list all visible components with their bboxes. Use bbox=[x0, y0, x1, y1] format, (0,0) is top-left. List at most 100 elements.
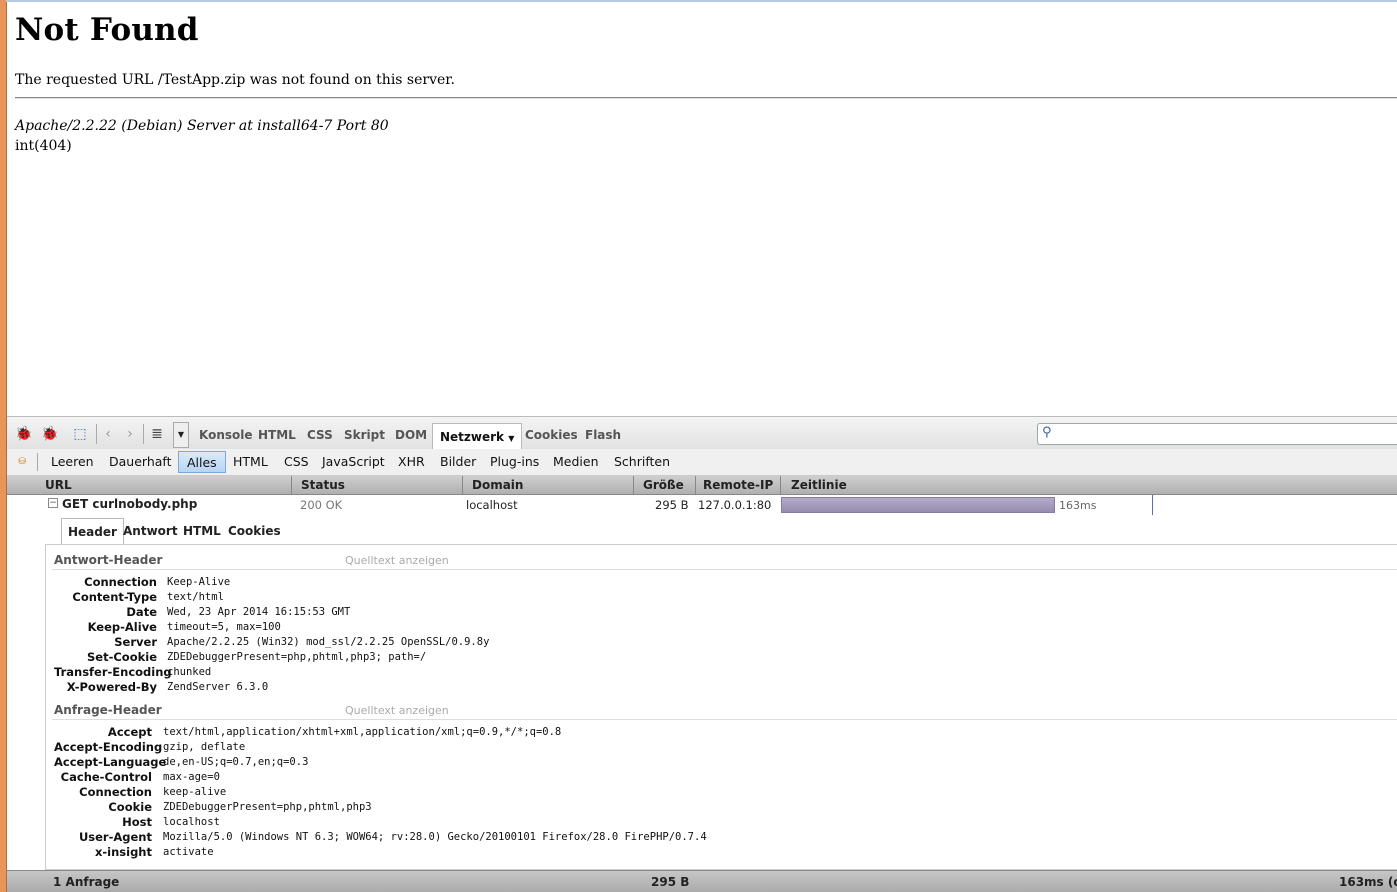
chevron-down-icon: ▼ bbox=[508, 434, 515, 443]
header-value: keep-alive bbox=[163, 786, 227, 798]
filter-javascript[interactable]: JavaScript bbox=[322, 454, 385, 469]
column-domain[interactable]: Domain bbox=[472, 478, 523, 492]
response-headers-list: Connection Keep-Alive Content-Type text/htm… bbox=[54, 575, 489, 695]
header-name: Server bbox=[114, 635, 157, 649]
header-row: Keep-Alive timeout=5, max=100 bbox=[54, 620, 281, 635]
menu-lines-icon[interactable]: ≣ bbox=[148, 425, 166, 443]
header-row: Transfer-Encoding chunked bbox=[54, 665, 211, 680]
persist-button[interactable]: Dauerhaft bbox=[109, 454, 171, 469]
separator bbox=[96, 424, 97, 444]
request-count: 1 Anfrage bbox=[53, 875, 120, 889]
inspect-bug-icon[interactable]: 🐞 bbox=[41, 425, 59, 443]
timeline-bar[interactable] bbox=[781, 497, 1055, 513]
header-value: ZDEDebuggerPresent=php,phtml,php3; path=… bbox=[167, 651, 427, 663]
filter-plugins[interactable]: Plug-ins bbox=[490, 454, 539, 469]
header-row: Server Apache/2.2.25 (Win32) mod_ssl/2.2.… bbox=[54, 635, 489, 650]
request-url[interactable]: GET curlnobody.php bbox=[62, 497, 197, 511]
filter-fonts[interactable]: Schriften bbox=[614, 454, 670, 469]
header-value: de,en-US;q=0.7,en;q=0.3 bbox=[163, 756, 309, 768]
search-input[interactable]: ⚲ bbox=[1037, 423, 1397, 445]
header-row: Content-Type text/html bbox=[54, 590, 224, 605]
collapse-icon[interactable]: − bbox=[48, 498, 58, 508]
request-row[interactable]: − GET curlnobody.php 200 OK localhost 29… bbox=[7, 495, 1397, 515]
column-separator bbox=[695, 476, 696, 494]
header-name: Connection bbox=[79, 785, 152, 799]
search-icon: ⚲ bbox=[1042, 425, 1052, 440]
header-row: Accept-Encoding gzip, deflate bbox=[54, 740, 245, 755]
header-row: x-insight activate bbox=[54, 845, 214, 860]
header-value: Mozilla/5.0 (Windows NT 6.3; WOW64; rv:2… bbox=[163, 831, 707, 843]
filter-images[interactable]: Bilder bbox=[440, 454, 476, 469]
column-separator bbox=[291, 476, 292, 494]
tab-css[interactable]: CSS bbox=[307, 428, 333, 442]
tab-netzwerk[interactable]: Netzwerk ▼ bbox=[432, 423, 523, 449]
dropdown-arrow-icon[interactable]: ▼ bbox=[173, 422, 189, 448]
header-name: Accept-Language bbox=[54, 755, 167, 769]
header-row: Connection Keep-Alive bbox=[54, 575, 230, 590]
header-row: Connection keep-alive bbox=[54, 785, 226, 800]
tab-dom[interactable]: DOM bbox=[395, 428, 427, 442]
header-row: Cookie ZDEDebuggerPresent=php,phtml,php3 bbox=[54, 800, 371, 815]
window-top-border bbox=[6, 0, 1397, 2]
filter-css[interactable]: CSS bbox=[284, 454, 309, 469]
divider bbox=[15, 97, 1397, 99]
firebug-icon[interactable]: 🐞 bbox=[15, 425, 33, 443]
header-row: X-Powered-By ZendServer 6.3.0 bbox=[54, 680, 268, 695]
column-separator bbox=[780, 476, 781, 494]
tab-skript[interactable]: Skript bbox=[344, 428, 385, 442]
firebug-toolbar: 🐞 🐞 ⬚ ‹ › ≣ ▼ Konsole HTML CSS Skript DO… bbox=[7, 416, 1397, 450]
filter-html[interactable]: HTML bbox=[233, 454, 268, 469]
network-filter-bar: ⛁ Leeren Dauerhaft Alles HTML CSS JavaSc… bbox=[7, 449, 1397, 476]
network-column-header: URL Status Domain Größe Remote-IP Zeitli… bbox=[7, 476, 1397, 495]
view-source-link[interactable]: Quelltext anzeigen bbox=[345, 554, 449, 567]
response-headers-title[interactable]: Antwort-Header bbox=[54, 553, 162, 567]
tab-flash[interactable]: Flash bbox=[585, 428, 621, 442]
var-dump-output: int(404) bbox=[15, 138, 72, 154]
filter-all[interactable]: Alles bbox=[178, 451, 226, 473]
column-remote-ip[interactable]: Remote-IP bbox=[703, 478, 773, 492]
clear-button[interactable]: Leeren bbox=[51, 454, 94, 469]
error-message: The requested URL /TestApp.zip was not f… bbox=[15, 72, 455, 88]
request-remote-ip: 127.0.0.1:80 bbox=[698, 498, 772, 512]
tab-konsole[interactable]: Konsole bbox=[199, 428, 253, 442]
total-size: 295 B bbox=[651, 875, 690, 889]
header-name: Host bbox=[122, 815, 152, 829]
tab-header[interactable]: Header bbox=[61, 518, 124, 545]
tab-response[interactable]: Antwort bbox=[123, 524, 178, 538]
header-name: Accept-Encoding bbox=[54, 740, 163, 754]
header-name: Date bbox=[126, 605, 157, 619]
header-row: Accept text/html,application/xhtml+xml,ap… bbox=[54, 725, 561, 740]
tab-html[interactable]: HTML bbox=[258, 428, 296, 442]
header-value: Keep-Alive bbox=[167, 576, 231, 588]
header-row: Date Wed, 23 Apr 2014 16:15:53 GMT bbox=[54, 605, 350, 620]
tab-detail-cookies[interactable]: Cookies bbox=[228, 524, 281, 538]
header-name: Transfer-Encoding bbox=[54, 665, 172, 679]
tab-cookies[interactable]: Cookies bbox=[525, 428, 578, 442]
header-row: Accept-Language de,en-US;q=0.7,en;q=0.3 bbox=[54, 755, 308, 770]
window-left-border bbox=[0, 0, 7, 892]
tab-netzwerk-label: Netzwerk bbox=[440, 430, 505, 444]
header-name: Cache-Control bbox=[60, 770, 152, 784]
headers-panel: Antwort-Header Quelltext anzeigen Connec… bbox=[45, 544, 1397, 870]
column-status[interactable]: Status bbox=[301, 478, 345, 492]
xhr-breakpoint-icon[interactable]: ⛁ bbox=[13, 453, 31, 471]
forward-arrow-icon[interactable]: › bbox=[121, 425, 139, 443]
tab-detail-html[interactable]: HTML bbox=[183, 524, 221, 538]
filter-xhr[interactable]: XHR bbox=[398, 454, 425, 469]
back-arrow-icon[interactable]: ‹ bbox=[99, 425, 117, 443]
inspect-element-icon[interactable]: ⬚ bbox=[71, 425, 89, 443]
column-size[interactable]: Größe bbox=[643, 478, 684, 492]
header-value: ZendServer 6.3.0 bbox=[167, 681, 269, 693]
separator bbox=[37, 453, 38, 471]
request-headers-title[interactable]: Anfrage-Header bbox=[54, 703, 162, 717]
header-row: User-Agent Mozilla/5.0 (Windows NT 6.3; W… bbox=[54, 830, 707, 845]
column-timeline[interactable]: Zeitlinie bbox=[791, 478, 847, 492]
header-value: ZDEDebuggerPresent=php,phtml,php3 bbox=[163, 801, 372, 813]
filter-media[interactable]: Medien bbox=[553, 454, 599, 469]
header-name: Set-Cookie bbox=[87, 650, 157, 664]
request-size: 295 B bbox=[655, 498, 689, 512]
header-name: Accept bbox=[107, 725, 152, 739]
header-row: Set-Cookie ZDEDebuggerPresent=php,phtml,p… bbox=[54, 650, 426, 665]
column-url[interactable]: URL bbox=[45, 478, 72, 492]
view-source-link[interactable]: Quelltext anzeigen bbox=[345, 704, 449, 717]
